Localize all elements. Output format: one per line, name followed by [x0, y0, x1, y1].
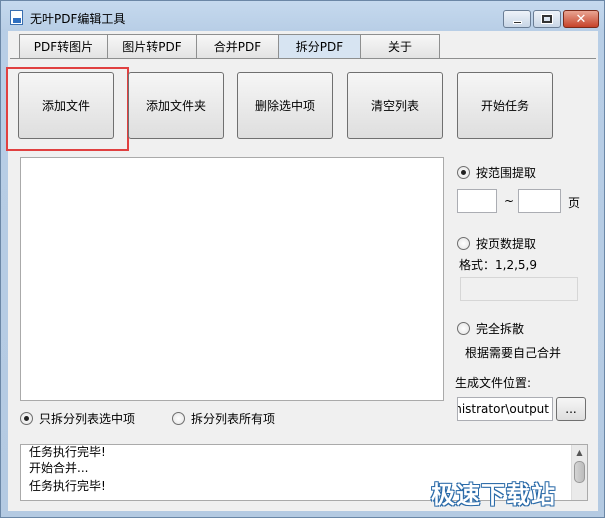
page-unit-label: 页: [568, 196, 581, 210]
output-location-label: 生成文件位置:: [455, 376, 532, 390]
range-end-input[interactable]: [518, 189, 561, 213]
site-watermark: 极速下载站: [431, 481, 556, 509]
tab-image-to-pdf[interactable]: 图片转PDF: [107, 34, 197, 58]
log-line: 任务执行完毕!: [29, 479, 106, 493]
app-window: 无叶PDF编辑工具 ✕ PDF转图片 图片转PDF 合并PDF 拆分PDF 关于…: [0, 0, 605, 518]
minimize-button[interactable]: [503, 10, 531, 28]
scope-selected-radio[interactable]: [20, 412, 33, 425]
minimize-icon: [512, 20, 522, 24]
highlight-box: [6, 67, 129, 151]
scope-all-label: 拆分列表所有项: [191, 412, 276, 426]
start-task-button[interactable]: 开始任务: [457, 72, 553, 139]
tab-pdf-to-image[interactable]: PDF转图片: [19, 34, 108, 58]
scope-selected-label: 只拆分列表选中项: [39, 412, 136, 426]
browse-button[interactable]: ...: [556, 397, 586, 421]
title-bar: 无叶PDF编辑工具 ✕: [1, 1, 604, 31]
range-extract-radio[interactable]: [457, 166, 470, 179]
full-split-radio[interactable]: [457, 322, 470, 335]
log-line: 任务执行完毕!: [29, 445, 106, 459]
delete-selected-button[interactable]: 删除选中项: [237, 72, 333, 139]
full-split-option[interactable]: 完全拆散: [457, 320, 524, 337]
page-list-input[interactable]: [460, 277, 578, 301]
format-hint: 格式：1,2,5,9: [459, 258, 537, 272]
tab-merge-pdf[interactable]: 合并PDF: [196, 34, 279, 58]
maximize-button[interactable]: [533, 10, 561, 28]
page-extract-label: 按页数提取: [476, 237, 537, 251]
scroll-up-icon[interactable]: ▲: [572, 445, 587, 459]
scope-selected-option[interactable]: 只拆分列表选中项: [20, 410, 135, 427]
scope-all-radio[interactable]: [172, 412, 185, 425]
range-extract-label: 按范围提取: [476, 166, 537, 180]
page-extract-radio[interactable]: [457, 237, 470, 250]
clear-list-button[interactable]: 清空列表: [347, 72, 443, 139]
tab-pane-border: [10, 58, 596, 59]
pdf-app-icon: [10, 10, 23, 25]
merge-hint: 根据需要自己合并: [465, 346, 562, 360]
tab-split-pdf[interactable]: 拆分PDF: [278, 34, 361, 58]
main-panel: PDF转图片 图片转PDF 合并PDF 拆分PDF 关于 添加文件 添加文件夹 …: [6, 31, 598, 511]
scope-all-option[interactable]: 拆分列表所有项: [172, 410, 275, 427]
page-extract-option[interactable]: 按页数提取: [457, 235, 536, 252]
range-extract-option[interactable]: 按范围提取: [457, 164, 536, 181]
log-scrollbar[interactable]: ▲: [571, 445, 587, 500]
window-title: 无叶PDF编辑工具: [30, 12, 126, 26]
range-separator: ~: [504, 194, 515, 208]
maximize-icon: [541, 14, 553, 24]
close-icon: ✕: [575, 11, 587, 27]
full-split-label: 完全拆散: [476, 322, 525, 336]
scroll-thumb[interactable]: [574, 461, 585, 483]
output-path-field[interactable]: inistrator\output: [457, 397, 553, 421]
file-list[interactable]: [20, 157, 444, 401]
log-line: 开始合并...: [29, 461, 89, 475]
tab-about[interactable]: 关于: [360, 34, 440, 58]
tab-strip: PDF转图片 图片转PDF 合并PDF 拆分PDF 关于: [19, 34, 440, 58]
add-folder-button[interactable]: 添加文件夹: [128, 72, 224, 139]
close-button[interactable]: ✕: [563, 10, 599, 28]
range-start-input[interactable]: [457, 189, 497, 213]
